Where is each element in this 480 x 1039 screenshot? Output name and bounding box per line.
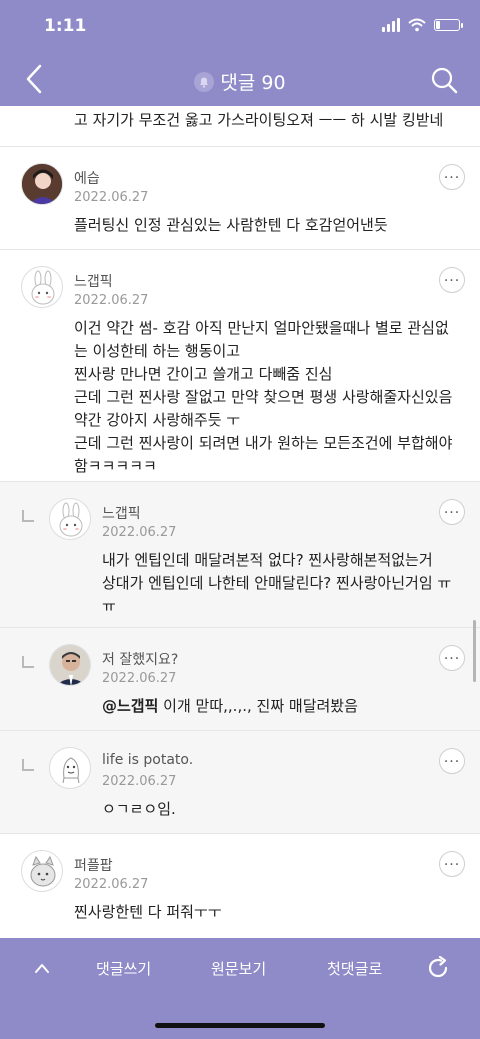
battery-icon [434, 19, 463, 31]
status-time: 1:11 [44, 16, 87, 36]
scrollbar[interactable] [473, 620, 476, 682]
reply-arrow-icon [22, 510, 34, 522]
cellular-signal-icon [382, 18, 400, 32]
comment-text: 찐사랑한텐 다 퍼줘ㅜㅜ [74, 903, 222, 921]
comment-author[interactable]: 퍼플팝 [74, 855, 113, 875]
comment-text: 플러팅신 인정 관심있는 사람한텐 다 호감얻어낸듯 [74, 216, 388, 234]
comment-author[interactable]: 저 잘했지요? [102, 649, 178, 669]
avatar[interactable] [21, 266, 63, 308]
comment-text: ㅇㄱㄹㅇ임. [102, 800, 176, 818]
scroll-top-button[interactable] [34, 962, 50, 974]
wifi-icon [408, 18, 426, 32]
refresh-button[interactable] [426, 956, 450, 980]
reply-arrow-icon [22, 759, 34, 771]
avatar[interactable] [49, 644, 91, 686]
comment-text-line: 이건 약간 썸- 호감 아직 만난지 얼마안됐을때나 별로 관심없 [74, 319, 449, 337]
comment-text-line: 약간 강아지 사랑해주듯 ㅜ [74, 411, 241, 429]
bottom-toolbar: 댓글쓰기 원문보기 첫댓글로 [0, 938, 480, 1039]
more-options-button[interactable]: ... [439, 851, 465, 877]
home-indicator[interactable] [155, 1023, 325, 1028]
more-options-button[interactable]: ... [439, 499, 465, 525]
comment-date: 2022.06.27 [102, 525, 177, 540]
comment-item: 고 자기가 무조건 옳고 가스라이팅오져 ㅡㅡ 하 시발 킹받네 [0, 106, 480, 147]
comment-text-line: 는 이성한테 하는 행동이고 [74, 342, 241, 360]
page-title: 댓글 90 [0, 68, 480, 95]
comment-date: 2022.06.27 [74, 877, 149, 892]
reply-item: 저 잘했지요? 2022.06.27 ... @느갭픽 이개 맏따,,.,., … [0, 628, 480, 731]
comment-author[interactable]: 에습 [74, 168, 100, 188]
comment-text: @느갭픽 이개 맏따,,.,., 진짜 매달려봤음 [102, 695, 358, 718]
avatar[interactable] [49, 498, 91, 540]
more-options-button[interactable]: ... [439, 164, 465, 190]
write-comment-button[interactable]: 댓글쓰기 [96, 958, 151, 979]
top-bar: 1:11 댓글 90 [0, 0, 480, 106]
more-icon: ... [443, 166, 461, 182]
search-button[interactable] [430, 66, 458, 94]
comment-date: 2022.06.27 [74, 190, 149, 205]
page-title-text: 댓글 90 [220, 72, 286, 94]
comment-author[interactable]: 느갭픽 [102, 503, 141, 523]
comment-body: 이개 맏따,,.,., 진짜 매달려봤음 [158, 697, 358, 715]
comment-text: 고 자기가 무조건 옳고 가스라이팅오져 ㅡㅡ 하 시발 킹받네 [74, 111, 444, 129]
comment-item: 에습 2022.06.27 ... 플러팅신 인정 관심있는 사람한텐 다 호감… [0, 147, 480, 250]
comment-item: 퍼플팝 2022.06.27 ... 찐사랑한텐 다 퍼줘ㅜㅜ [0, 834, 480, 938]
comment-list[interactable]: 고 자기가 무조건 옳고 가스라이팅오져 ㅡㅡ 하 시발 킹받네 에습 2022… [0, 106, 480, 938]
reply-item: 느갭픽 2022.06.27 ... 내가 엔팁인데 매달려본적 없다? 찐사랑… [0, 482, 480, 628]
first-comment-button[interactable]: 첫댓글로 [327, 958, 382, 979]
more-icon: ... [443, 647, 461, 663]
more-icon: ... [443, 269, 461, 285]
more-options-button[interactable]: ... [439, 645, 465, 671]
more-icon: ... [443, 501, 461, 517]
more-options-button[interactable]: ... [439, 267, 465, 293]
comment-text-line: 함ㅋㅋㅋㅋㅋ [74, 457, 157, 475]
comment-text-line: ㅠ [102, 597, 116, 615]
comment-item: 느갭픽 2022.06.27 ... 이건 약간 썸- 호감 아직 만난지 얼마… [0, 250, 480, 482]
comment-date: 2022.06.27 [74, 293, 149, 308]
bell-icon [194, 71, 215, 92]
comment-text-line: 근데 그런 찐사랑이 되려면 내가 원하는 모든조건에 부합해야 [74, 434, 453, 452]
comment-text-line: 근데 그런 찐사랑 잘없고 만약 찾으면 평생 사랑해줄자신있음 [74, 388, 453, 406]
avatar[interactable] [49, 747, 91, 789]
avatar[interactable] [21, 163, 63, 205]
comment-author[interactable]: life is potato. [102, 752, 193, 768]
reply-item: life is potato. 2022.06.27 ... ㅇㄱㄹㅇ임. [0, 731, 480, 834]
avatar[interactable] [21, 850, 63, 892]
view-original-button[interactable]: 원문보기 [211, 958, 266, 979]
status-icons [382, 18, 463, 32]
reply-arrow-icon [22, 656, 34, 668]
comment-text-line: 찐사랑 만나면 간이고 쓸개고 다빼줌 진심 [74, 365, 333, 383]
mention-link[interactable]: @느갭픽 [102, 697, 158, 715]
comment-text-line: 상대가 엔팁인데 나한테 안매달린다? 찐사랑아닌거임 ㅠ [102, 574, 452, 592]
comment-text-line: 내가 엔팁인데 매달려본적 없다? 찐사랑해본적없는거 [102, 551, 433, 569]
more-icon: ... [443, 750, 461, 766]
more-options-button[interactable]: ... [439, 748, 465, 774]
more-icon: ... [443, 853, 461, 869]
comment-date: 2022.06.27 [102, 774, 177, 789]
comment-date: 2022.06.27 [102, 671, 177, 686]
comment-author[interactable]: 느갭픽 [74, 271, 113, 291]
